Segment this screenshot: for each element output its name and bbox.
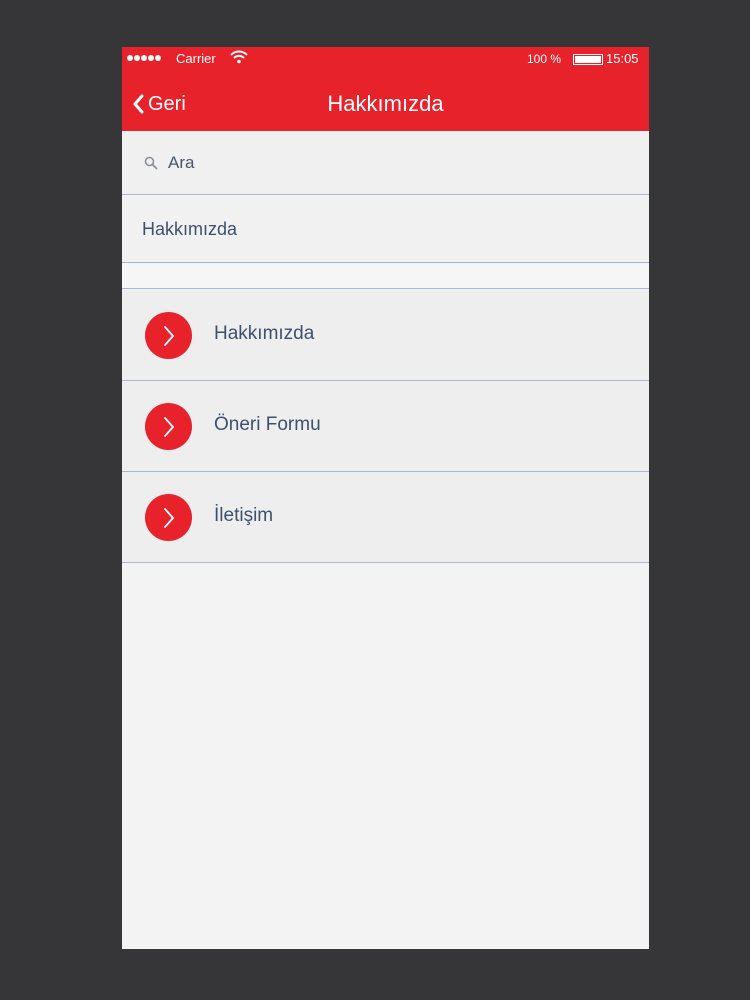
menu-item-label: Hakkımızda — [214, 323, 315, 344]
wifi-icon — [230, 50, 248, 64]
search-bar — [122, 131, 649, 195]
search-icon — [144, 156, 158, 169]
section-title: Hakkımızda — [122, 196, 649, 263]
battery-icon — [573, 54, 603, 65]
back-label: Geri — [148, 92, 186, 115]
status-time: 15:05 — [606, 51, 639, 66]
menu-item-label: Öneri Formu — [214, 414, 321, 435]
back-button[interactable]: Geri — [132, 89, 186, 119]
section-spacer — [122, 264, 649, 289]
menu-list: Hakkımızda Öneri Formu İletişim — [122, 290, 649, 563]
chevron-right-icon — [145, 494, 192, 541]
carrier-label: Carrier — [176, 51, 216, 66]
battery-percentage: 100 % — [527, 52, 562, 66]
signal-strength-icon — [127, 55, 162, 62]
menu-item-hakkimizda[interactable]: Hakkımızda — [122, 290, 649, 381]
chevron-right-icon — [145, 403, 192, 450]
phone-screen: Carrier 100 % 15:05 Geri Hakkımızda Hakk… — [122, 47, 649, 949]
app-header: Carrier 100 % 15:05 Geri Hakkımızda — [122, 47, 649, 131]
search-input[interactable] — [168, 152, 588, 173]
status-bar: Carrier 100 % 15:05 — [122, 47, 649, 71]
chevron-right-icon — [145, 312, 192, 359]
chevron-left-icon — [133, 94, 144, 114]
menu-item-iletisim[interactable]: İletişim — [122, 472, 649, 563]
menu-item-oneri-formu[interactable]: Öneri Formu — [122, 381, 649, 472]
menu-item-label: İletişim — [214, 505, 274, 526]
page-title: Hakkımızda — [327, 91, 444, 116]
